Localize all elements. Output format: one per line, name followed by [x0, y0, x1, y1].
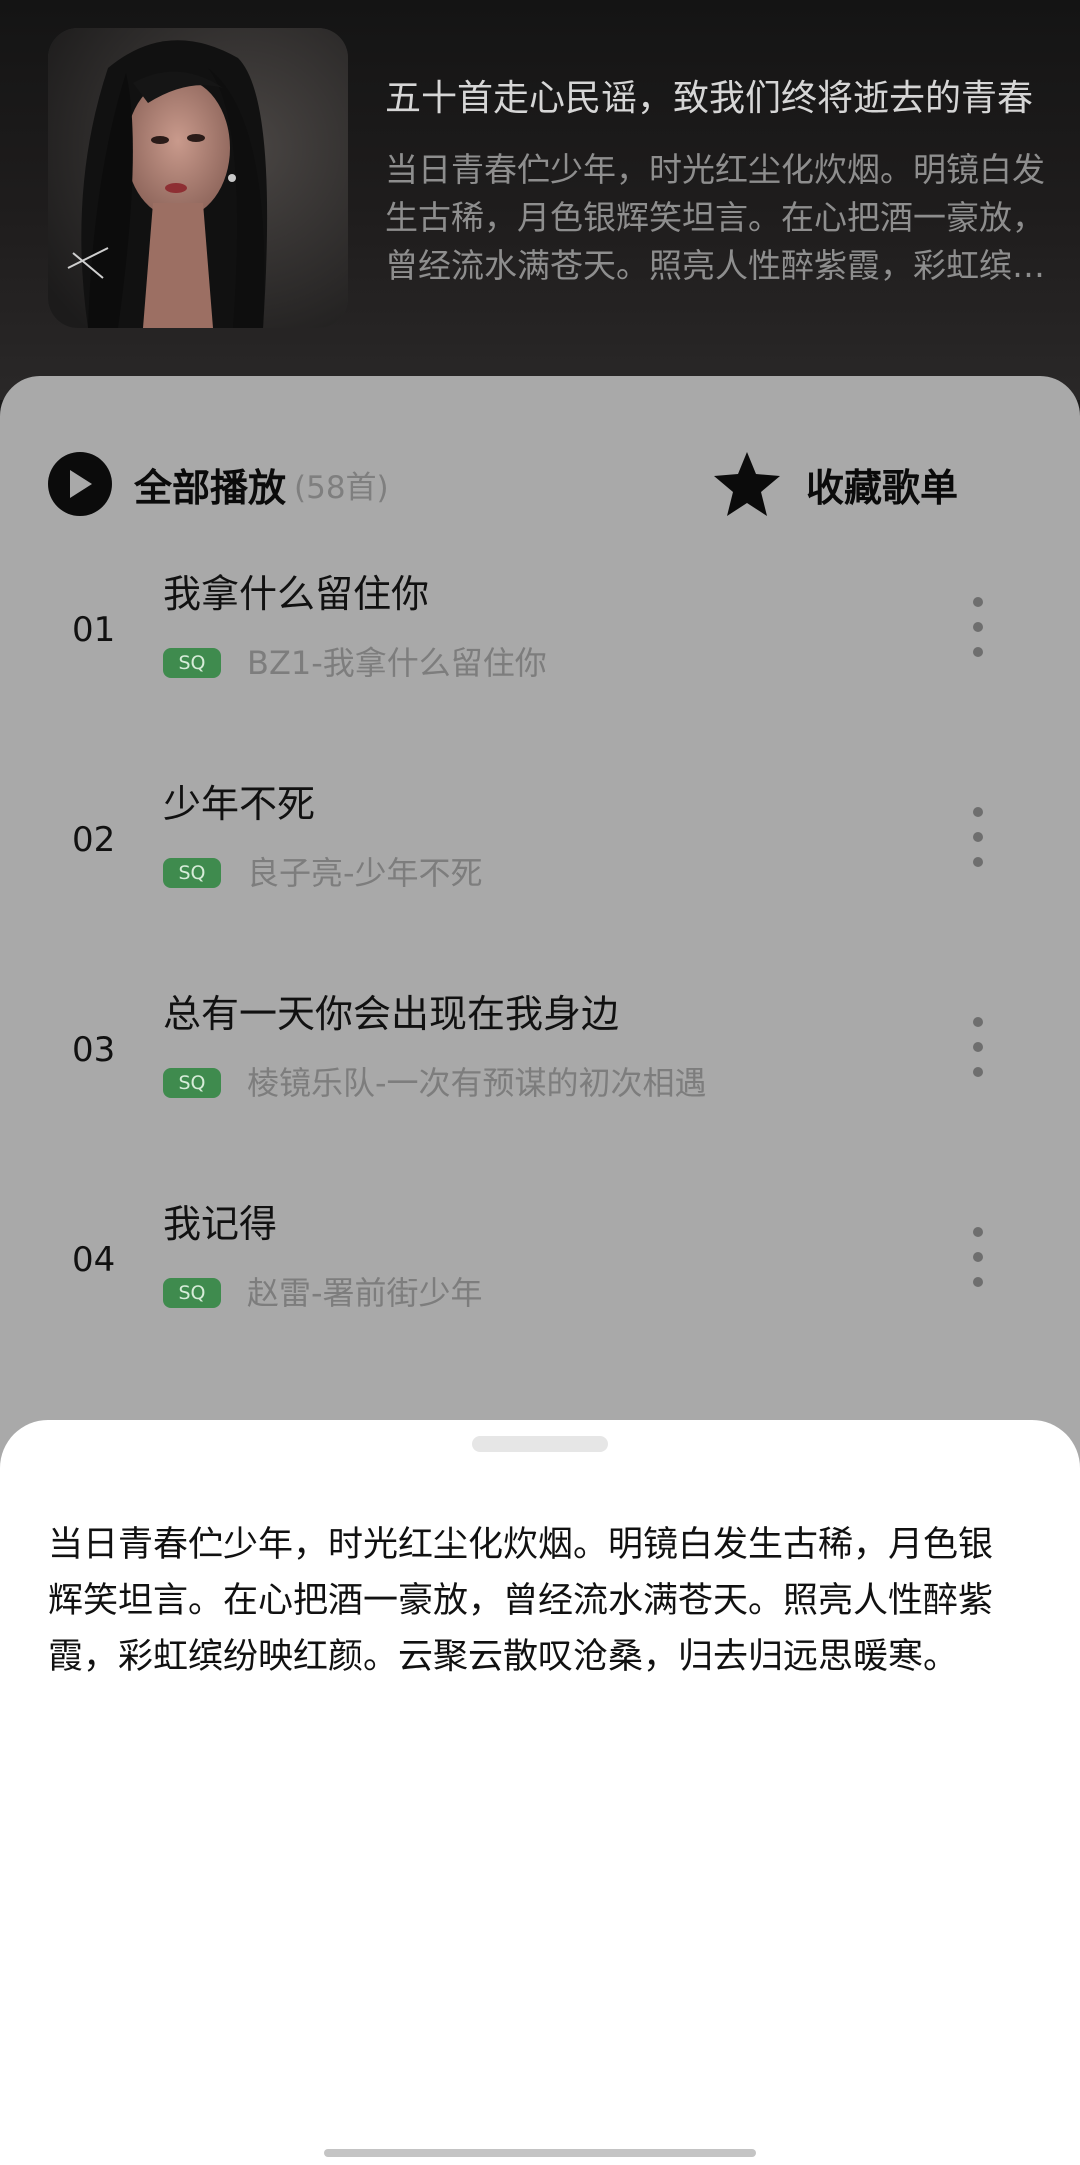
- sq-quality-badge: SQ: [163, 858, 221, 888]
- more-options-icon[interactable]: [948, 1002, 1008, 1092]
- play-all-label: 全部播放: [134, 465, 287, 510]
- playlist-title: 五十首走心民谣，致我们终将逝去的青春: [385, 78, 1034, 119]
- song-title: 我拿什么留住你: [163, 572, 430, 616]
- favorite-playlist-button[interactable]: 收藏歌单: [712, 442, 958, 526]
- description-bottom-sheet[interactable]: 当日青春伫少年，时光红尘化炊烟。明镜白发生古稀，月色银辉笑坦言。在心把酒一豪放，…: [0, 1420, 1080, 2165]
- action-row: 全部播放 (58首) 收藏歌单: [0, 442, 1080, 526]
- song-index: 02: [72, 820, 116, 860]
- sq-quality-badge: SQ: [163, 1278, 221, 1308]
- song-list: 01 我拿什么留住你 SQ BZ1-我拿什么留住你 02 少年不死 SQ 良子亮…: [0, 566, 1080, 1406]
- more-options-icon[interactable]: [948, 582, 1008, 672]
- more-options-icon[interactable]: [948, 792, 1008, 882]
- song-title: 我记得: [163, 1202, 278, 1246]
- more-options-icon[interactable]: [948, 1212, 1008, 1302]
- full-description-text: 当日青春伫少年，时光红尘化炊烟。明镜白发生古稀，月色银辉笑坦言。在心把酒一豪放，…: [48, 1525, 994, 1677]
- play-circle-icon: [48, 452, 112, 516]
- sq-quality-badge: SQ: [163, 1068, 221, 1098]
- song-title: 少年不死: [163, 782, 316, 826]
- playlist-description[interactable]: 当日青春伫少年，时光红尘化炊烟。明镜白发生古稀，月色银辉笑坦言。在心把酒一豪放，…: [385, 146, 1045, 290]
- sheet-drag-handle[interactable]: [472, 1436, 608, 1452]
- song-index: 01: [72, 610, 116, 650]
- home-indicator[interactable]: [324, 2149, 756, 2157]
- song-row[interactable]: 02 少年不死 SQ 良子亮-少年不死: [0, 776, 1080, 986]
- playlist-cover-image[interactable]: [48, 28, 348, 328]
- song-artist-album: 良子亮-少年不死: [247, 854, 483, 892]
- play-all-button[interactable]: 全部播放 (58首): [48, 442, 389, 526]
- sq-quality-badge: SQ: [163, 648, 221, 678]
- song-artist-album: 赵雷-署前街少年: [247, 1274, 483, 1312]
- song-index: 03: [72, 1030, 116, 1070]
- song-title: 总有一天你会出现在我身边: [163, 992, 620, 1036]
- cover-photo: [48, 28, 348, 328]
- song-row[interactable]: 01 我拿什么留住你 SQ BZ1-我拿什么留住你: [0, 566, 1080, 776]
- playlist-header: 五十首走心民谣，致我们终将逝去的青春 当日青春伫少年，时光红尘化炊烟。明镜白发生…: [0, 0, 1080, 400]
- song-row[interactable]: 04 我记得 SQ 赵雷-署前街少年: [0, 1196, 1080, 1406]
- song-artist-album: BZ1-我拿什么留住你: [247, 644, 547, 682]
- song-artist-album: 棱镜乐队-一次有预谋的初次相遇: [247, 1064, 707, 1102]
- play-all-count: (58首): [294, 469, 389, 506]
- favorite-label: 收藏歌单: [806, 465, 959, 510]
- song-row[interactable]: 03 总有一天你会出现在我身边 SQ 棱镜乐队-一次有预谋的初次相遇: [0, 986, 1080, 1196]
- song-index: 04: [72, 1240, 116, 1280]
- star-icon: [714, 452, 780, 516]
